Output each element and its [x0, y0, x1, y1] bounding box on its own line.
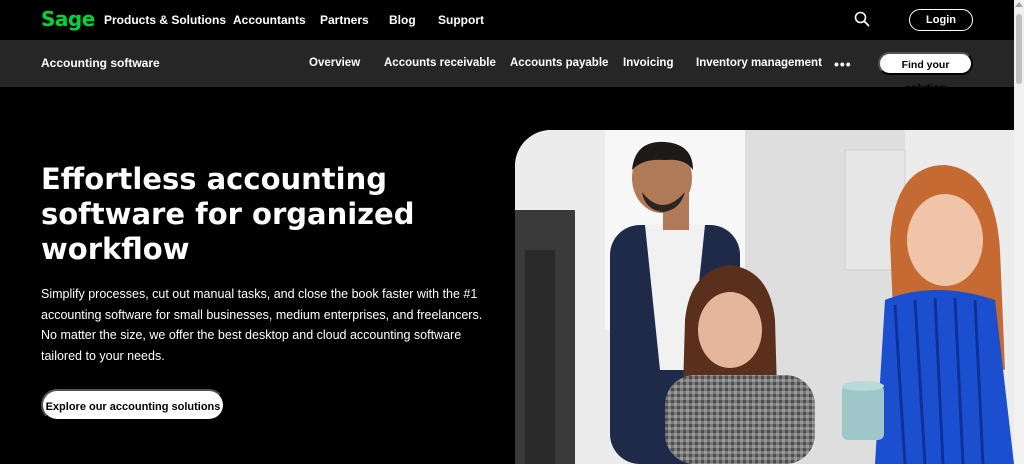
- subnav-accounts-payable[interactable]: Accounts payable: [510, 57, 608, 69]
- hero-title: Effortless accounting software for organ…: [41, 162, 415, 266]
- hero-description: Simplify processes, cut out manual tasks…: [41, 287, 483, 363]
- subnav-accounts-receivable[interactable]: Accounts receivable: [384, 57, 496, 69]
- subnav-title[interactable]: Accounting software: [41, 56, 160, 70]
- subnav-invoicing[interactable]: Invoicing: [623, 57, 673, 69]
- office-people-image: [515, 130, 1014, 464]
- login-button[interactable]: Login: [909, 9, 973, 31]
- search-icon[interactable]: [854, 11, 870, 27]
- subnav-overview[interactable]: Overview: [309, 57, 360, 69]
- sage-logo[interactable]: Sage: [41, 7, 95, 31]
- product-subnav: Accounting software Overview Accounts re…: [0, 40, 1014, 87]
- more-menu-icon[interactable]: •••: [834, 56, 852, 72]
- nav-blog[interactable]: Blog: [389, 13, 416, 27]
- nav-partners[interactable]: Partners: [320, 13, 369, 27]
- nav-support[interactable]: Support: [438, 13, 484, 27]
- explore-solutions-button[interactable]: Explore our accounting solutions: [41, 389, 225, 421]
- nav-products-solutions[interactable]: Products & Solutions: [104, 13, 226, 27]
- scroll-up-arrow-icon[interactable]: [1015, 2, 1023, 7]
- scrollbar-thumb[interactable]: [1016, 14, 1022, 84]
- hero-photo: [515, 130, 1014, 464]
- top-navigation: Sage Products & Solutions Accountants Pa…: [0, 0, 1014, 40]
- find-your-solution-button[interactable]: Find your solution: [878, 52, 973, 94]
- subnav-inventory-management[interactable]: Inventory management: [696, 57, 822, 69]
- nav-accountants[interactable]: Accountants: [233, 13, 306, 27]
